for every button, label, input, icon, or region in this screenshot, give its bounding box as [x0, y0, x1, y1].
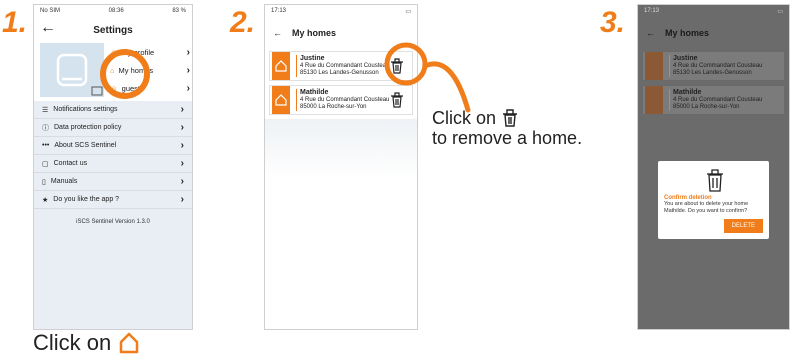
home-name: Justine [673, 55, 698, 62]
row-label: Manuals [50, 178, 78, 185]
chevron-right-icon: › [180, 176, 184, 187]
chevron-right-icon: › [180, 194, 184, 205]
row-manuals[interactable]: ▯ Manuals › [34, 173, 192, 191]
dots-icon: ••• [42, 142, 50, 149]
home-city: 85000 La Roche-sur-Yon [673, 104, 740, 110]
home-address: 4 Rue du Commandant Cousteau [673, 97, 763, 103]
house-icon [272, 86, 290, 114]
dialog-body: You are about to delete your home Mathil… [664, 201, 749, 214]
battery-icon: ▭ [405, 8, 411, 15]
sliders-icon: ☰ [42, 106, 49, 114]
caption-2: Click on to remove a home. [432, 108, 582, 148]
settings-list: ☰ Notifications settings › ⓘ Data protectio… [34, 101, 192, 329]
phone-confirm-delete: 17:13 ▭ ← My homes Justine 4 Rue du Command… [637, 4, 790, 330]
chat-icon: ▢ [42, 160, 49, 168]
step-number-3: 3. [600, 6, 626, 39]
confirm-dialog: Confirm deletion You are about to delete… [658, 161, 769, 239]
status-bar: 17:13 ▭ [638, 5, 789, 17]
profile-photo[interactable] [40, 43, 104, 97]
chevron-right-icon: › [180, 104, 184, 115]
caption-text: Click on [432, 108, 497, 128]
chevron-right-icon: › [186, 46, 190, 58]
row-notifications[interactable]: ☰ Notifications settings › [34, 101, 192, 119]
caption-text: Click on [33, 330, 112, 355]
row-label: Do you like the app ? [53, 196, 120, 203]
home-address: 4 Rue du Commandant Cousteau [300, 97, 390, 103]
row-contact[interactable]: ▢ Contact us › [34, 155, 192, 173]
house-icon [645, 52, 663, 80]
chevron-right-icon: › [180, 158, 184, 169]
home-name: Mathilde [300, 89, 329, 96]
back-arrow-icon[interactable]: ← [273, 28, 282, 38]
header: ← Settings [34, 17, 192, 43]
home-address: 4 Rue du Commandant Cousteau [673, 63, 763, 69]
home-city: 85000 La Roche-sur-Yon [300, 104, 367, 110]
page-title: My homes [665, 28, 710, 38]
avatar-icon [56, 53, 103, 96]
page-title: Settings [93, 24, 133, 36]
trash-icon [503, 109, 518, 127]
delete-button[interactable]: DELETE [723, 219, 763, 233]
battery-icon: ▭ [777, 8, 783, 15]
page-title: My homes [292, 28, 337, 38]
carrier: No SIM [40, 8, 61, 14]
highlight-circle [100, 49, 150, 99]
home-card-mathilde: Mathilde 4 Rue du Commandant Cousteau 8500… [642, 85, 785, 115]
info-icon: ⓘ [42, 124, 49, 132]
battery: 83 % [172, 8, 186, 14]
home-card-justine: Justine 4 Rue du Commandant Cousteau 85130… [642, 51, 785, 81]
chevron-right-icon: › [180, 122, 184, 133]
step-number-1: 1. [2, 6, 28, 39]
clock: 17:13 [271, 8, 287, 14]
home-city: 85130 Les Landes-Genusson [300, 70, 379, 76]
home-name: Justine [300, 55, 325, 62]
caption-text: to remove a home. [432, 128, 583, 148]
fade-area [265, 119, 417, 179]
home-address: 4 Rue du Commandant Cousteau [300, 63, 390, 69]
row-label: Data protection policy [54, 124, 122, 131]
row-label: About SCS Sentinel [54, 142, 117, 149]
row-rate-app[interactable]: ★ Do you like the app ? › [34, 191, 192, 209]
chevron-right-icon: › [186, 64, 190, 76]
clock: 17:13 [644, 8, 660, 14]
version-text: iSCS Sentinel Version 1.3.0 [76, 219, 150, 225]
row-label: Notifications settings [53, 106, 118, 113]
row-data-protection[interactable]: ⓘ Data protection policy › [34, 119, 192, 137]
chevron-right-icon: › [186, 82, 190, 94]
home-city: 85130 Les Landes-Genusson [673, 70, 752, 76]
back-arrow-icon[interactable]: ← [646, 28, 655, 38]
header: ← My homes [638, 19, 789, 47]
status-bar: 17:13 ▭ [265, 5, 417, 17]
star-icon: ★ [42, 196, 49, 204]
status-bar: No SIM 08:36 83 % [34, 5, 192, 17]
row-about[interactable]: ••• About SCS Sentinel › [34, 137, 192, 155]
back-arrow-icon[interactable]: ← [40, 19, 56, 37]
row-label: Contact us [53, 160, 88, 167]
phone-settings: No SIM 08:36 83 % ← Settings ☺ My profile… [33, 4, 193, 330]
house-icon [272, 52, 290, 80]
home-name: Mathilde [673, 89, 702, 96]
home-icon [120, 332, 139, 354]
caption-1: Click on [33, 330, 141, 356]
trash-icon [707, 169, 723, 192]
step-number-2: 2. [230, 6, 256, 39]
chevron-right-icon: › [180, 140, 184, 151]
house-icon [645, 86, 663, 114]
doc-icon: ▯ [42, 178, 46, 186]
clock: 08:36 [108, 8, 124, 14]
